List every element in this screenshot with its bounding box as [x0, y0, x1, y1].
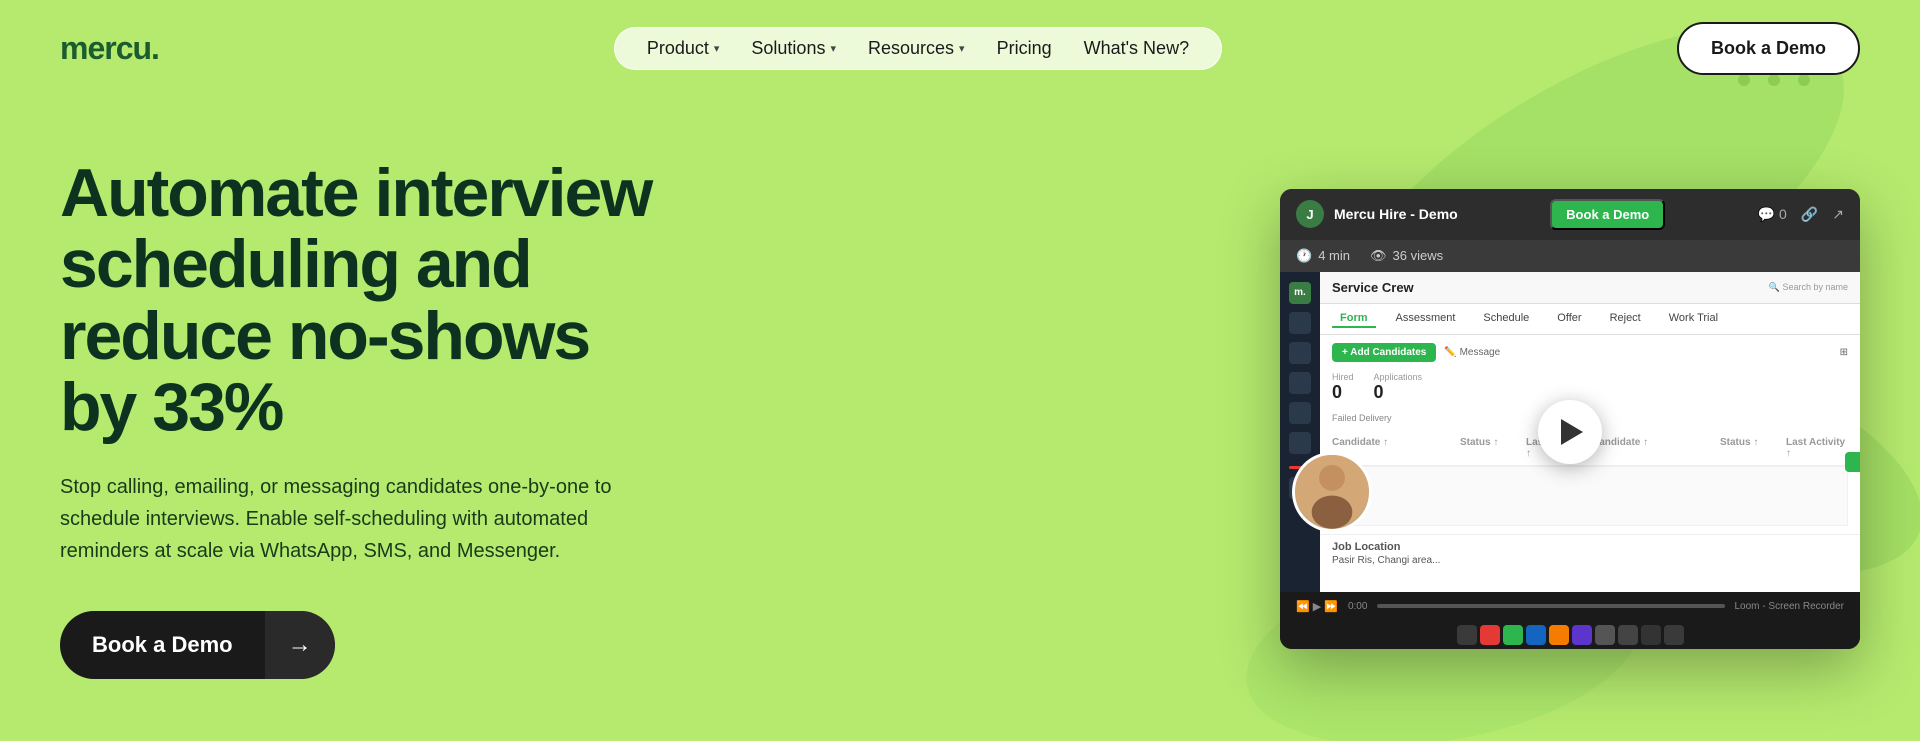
eye-icon: 👁 — [1370, 248, 1387, 264]
person-thumbnail — [1292, 452, 1372, 532]
taskbar-icon-10 — [1664, 625, 1684, 645]
taskbar-icon-5 — [1549, 625, 1569, 645]
filter-icon: ⊞ — [1840, 347, 1848, 358]
hero-subtitle: Stop calling, emailing, or messaging can… — [60, 471, 640, 567]
nav-book-demo-button[interactable]: Book a Demo — [1677, 22, 1860, 75]
chevron-down-icon: ▾ — [959, 42, 965, 55]
app-screenshot: m. Service Crew � — [1280, 272, 1860, 592]
col-last-activity-2: Last Activity ↑ — [1786, 437, 1848, 459]
video-meta: 🕐 4 min 👁 36 views — [1280, 240, 1860, 272]
hero-title: Automate interview scheduling and reduce… — [60, 158, 680, 444]
play-icon — [1561, 419, 1583, 445]
video-views: 👁 36 views — [1370, 248, 1443, 264]
video-bottom-bar: ⏪ ▶ ⏩ 0:00 Loom - Screen Recorder — [1280, 592, 1860, 621]
taskbar-icon-2 — [1480, 625, 1500, 645]
app-section-title: Service Crew — [1332, 280, 1414, 295]
nav-item-resources[interactable]: Resources ▾ — [868, 38, 965, 59]
external-link-icon: ↗ — [1832, 206, 1844, 223]
add-candidates-button[interactable]: + Add Candidates — [1332, 343, 1436, 362]
arrow-icon: → — [265, 611, 335, 679]
stat-hired: Hired 0 — [1332, 372, 1354, 403]
hero-section: Automate interview scheduling and reduce… — [0, 96, 1920, 741]
taskbar-icon-8 — [1618, 625, 1638, 645]
play-button[interactable] — [1538, 400, 1602, 464]
chevron-down-icon: ▾ — [714, 42, 720, 55]
table-empty-state — [1332, 466, 1848, 526]
col-status-1: Status ↑ — [1460, 437, 1522, 459]
tab-schedule[interactable]: Schedule — [1475, 310, 1537, 328]
chevron-down-icon: ▾ — [830, 42, 836, 55]
hero-left: Automate interview scheduling and reduce… — [60, 158, 680, 680]
col-candidate-1: Candidate ↑ — [1332, 437, 1456, 459]
tab-work-trial[interactable]: Work Trial — [1661, 310, 1726, 328]
tab-form[interactable]: Form — [1332, 310, 1376, 328]
sidebar-icon-5 — [1289, 432, 1311, 454]
app-header: Service Crew 🔍 Search by name — [1320, 272, 1860, 304]
app-stats: Hired 0 Applications 0 — [1332, 372, 1848, 403]
page-wrapper: mercu. Product ▾ Solutions ▾ Resources ▾… — [0, 0, 1920, 741]
demo-video[interactable]: J Mercu Hire - Demo Book a Demo 💬 0 🔗 ↗ … — [1280, 189, 1860, 649]
taskbar-icon-4 — [1526, 625, 1546, 645]
navbar: mercu. Product ▾ Solutions ▾ Resources ▾… — [0, 0, 1920, 96]
sidebar-icon-1 — [1289, 312, 1311, 334]
app-sidebar: m. — [1280, 272, 1320, 592]
green-status-dot — [1845, 452, 1860, 472]
tab-reject[interactable]: Reject — [1602, 310, 1649, 328]
nav-item-solutions[interactable]: Solutions ▾ — [751, 38, 836, 59]
app-header-search: 🔍 Search by name — [1769, 282, 1848, 293]
col-status-2: Status ↑ — [1720, 437, 1782, 459]
nav-item-product[interactable]: Product ▾ — [647, 38, 720, 59]
tab-offer[interactable]: Offer — [1549, 310, 1589, 328]
video-topbar-left: J Mercu Hire - Demo — [1296, 200, 1458, 228]
video-book-demo-button[interactable]: Book a Demo — [1550, 199, 1665, 230]
video-progress-bar[interactable] — [1377, 604, 1724, 608]
comment-icon: 💬 0 — [1758, 206, 1787, 223]
cta-label: Book a Demo — [60, 612, 265, 678]
edit-icon: ✏️ Message — [1444, 347, 1500, 358]
video-caption: Loom - Screen Recorder — [1735, 601, 1845, 612]
sidebar-icon-2 — [1289, 342, 1311, 364]
logo: mercu. — [60, 30, 159, 67]
sidebar-icon-4 — [1289, 402, 1311, 424]
app-toolbar: + Add Candidates ✏️ Message ⊞ — [1332, 343, 1848, 362]
video-duration: 🕐 4 min — [1296, 248, 1350, 264]
video-topbar: J Mercu Hire - Demo Book a Demo 💬 0 🔗 ↗ — [1280, 189, 1860, 240]
job-location-section: Job Location Pasir Ris, Changi area... — [1320, 534, 1860, 572]
nav-item-whats-new[interactable]: What's New? — [1084, 38, 1189, 59]
sidebar-icon-3 — [1289, 372, 1311, 394]
hero-right: J Mercu Hire - Demo Book a Demo 💬 0 🔗 ↗ … — [740, 189, 1860, 649]
taskbar-icon-6 — [1572, 625, 1592, 645]
app-tabs: Form Assessment Schedule Offer Reject Wo… — [1320, 304, 1860, 335]
video-controls: ⏪ ▶ ⏩ — [1296, 600, 1338, 613]
col-candidate-2: Candidate ↑ — [1592, 437, 1716, 459]
video-topbar-icons: 💬 0 🔗 ↗ — [1758, 206, 1844, 223]
nav-menu: Product ▾ Solutions ▾ Resources ▾ Pricin… — [614, 27, 1222, 70]
tab-assessment[interactable]: Assessment — [1388, 310, 1464, 328]
hero-cta-button[interactable]: Book a Demo → — [60, 611, 335, 679]
video-avatar: J — [1296, 200, 1324, 228]
app-logo: m. — [1289, 282, 1311, 304]
nav-item-pricing[interactable]: Pricing — [997, 38, 1052, 59]
taskbar-icon-7 — [1595, 625, 1615, 645]
video-time: 0:00 — [1348, 601, 1367, 612]
stat-applications: Applications 0 — [1374, 372, 1423, 403]
video-title: Mercu Hire - Demo — [1334, 206, 1458, 222]
link-icon: 🔗 — [1801, 206, 1818, 223]
clock-icon: 🕐 — [1296, 248, 1312, 264]
taskbar-icon-9 — [1641, 625, 1661, 645]
taskbar — [1280, 621, 1860, 649]
taskbar-icon-1 — [1457, 625, 1477, 645]
job-location-value: Pasir Ris, Changi area... — [1332, 555, 1848, 566]
job-location-title: Job Location — [1332, 541, 1848, 553]
taskbar-icon-3 — [1503, 625, 1523, 645]
